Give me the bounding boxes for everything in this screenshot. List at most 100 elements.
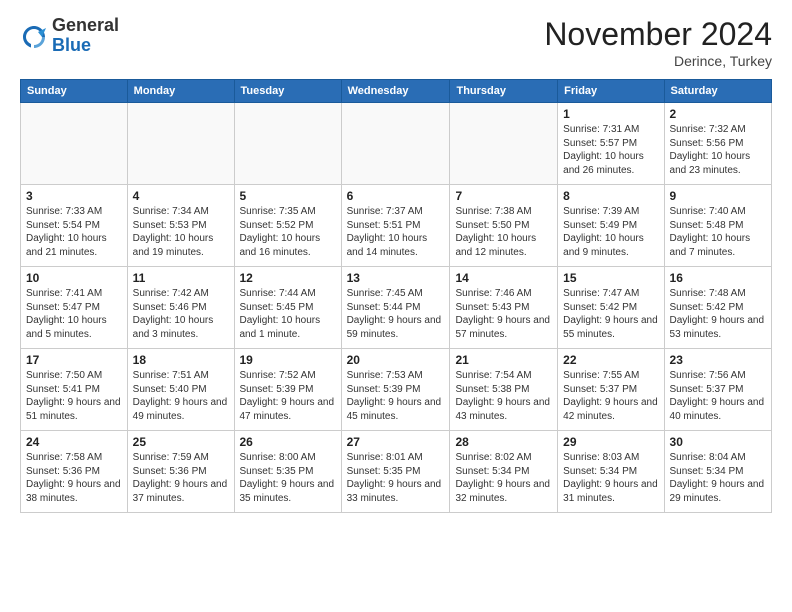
day-number: 5 [240,189,336,203]
day-number: 28 [455,435,552,449]
day-info: Sunrise: 7:45 AM Sunset: 5:44 PM Dayligh… [347,287,445,341]
day-number: 30 [670,435,766,449]
day-info: Sunrise: 8:03 AM Sunset: 5:34 PM Dayligh… [563,451,658,505]
day-number: 7 [455,189,552,203]
day-number: 11 [133,271,229,285]
calendar-cell: 27 Sunrise: 8:01 AM Sunset: 5:35 PM Dayli… [341,431,450,513]
col-tuesday: Tuesday [234,80,341,103]
calendar-cell: 17 Sunrise: 7:50 AM Sunset: 5:41 PM Dayli… [21,349,128,431]
day-info: Sunrise: 7:48 AM Sunset: 5:42 PM Dayligh… [670,287,766,341]
calendar-cell: 30Sunrise: 8:04 AM Sunset: 5:34 PM Dayli… [664,431,771,513]
calendar-cell: 14 Sunrise: 7:46 AM Sunset: 5:43 PM Dayli… [450,267,558,349]
col-friday: Friday [558,80,664,103]
day-number: 8 [563,189,658,203]
calendar-cell: 16 Sunrise: 7:48 AM Sunset: 5:42 PM Dayli… [664,267,771,349]
calendar-cell: 24Sunrise: 7:58 AM Sunset: 5:36 PM Dayli… [21,431,128,513]
col-monday: Monday [127,80,234,103]
day-number: 13 [347,271,445,285]
day-info: Sunrise: 7:38 AM Sunset: 5:50 PM Dayligh… [455,205,552,259]
day-number: 12 [240,271,336,285]
day-number: 21 [455,353,552,367]
day-number: 2 [670,107,766,121]
calendar-cell: 3 Sunrise: 7:33 AM Sunset: 5:54 PM Daylig… [21,185,128,267]
calendar-cell: 15Sunrise: 7:47 AM Sunset: 5:42 PM Dayli… [558,267,664,349]
day-info: Sunrise: 7:40 AM Sunset: 5:48 PM Dayligh… [670,205,766,259]
day-info: Sunrise: 7:41 AM Sunset: 5:47 PM Dayligh… [26,287,122,341]
day-info: Sunrise: 7:35 AM Sunset: 5:52 PM Dayligh… [240,205,336,259]
day-info: Sunrise: 8:01 AM Sunset: 5:35 PM Dayligh… [347,451,445,505]
day-info: Sunrise: 7:59 AM Sunset: 5:36 PM Dayligh… [133,451,229,505]
day-number: 1 [563,107,658,121]
calendar-cell: 12 Sunrise: 7:44 AM Sunset: 5:45 PM Dayli… [234,267,341,349]
calendar-cell: 8 Sunrise: 7:39 AM Sunset: 5:49 PM Daylig… [558,185,664,267]
logo: General Blue [20,16,119,56]
month-title: November 2024 [544,16,772,53]
calendar-cell: 4 Sunrise: 7:34 AM Sunset: 5:53 PM Daylig… [127,185,234,267]
day-info: Sunrise: 7:33 AM Sunset: 5:54 PM Dayligh… [26,205,122,259]
day-number: 22 [563,353,658,367]
day-number: 24 [26,435,122,449]
day-number: 19 [240,353,336,367]
day-number: 18 [133,353,229,367]
calendar-cell: 25 Sunrise: 7:59 AM Sunset: 5:36 PM Dayli… [127,431,234,513]
col-saturday: Saturday [664,80,771,103]
calendar-cell: 28 Sunrise: 8:02 AM Sunset: 5:34 PM Dayli… [450,431,558,513]
day-number: 10 [26,271,122,285]
calendar-cell [341,103,450,185]
day-info: Sunrise: 7:44 AM Sunset: 5:45 PM Dayligh… [240,287,336,341]
calendar-cell: 21 Sunrise: 7:54 AM Sunset: 5:38 PM Dayli… [450,349,558,431]
day-info: Sunrise: 7:52 AM Sunset: 5:39 PM Dayligh… [240,369,336,423]
day-info: Sunrise: 7:56 AM Sunset: 5:37 PM Dayligh… [670,369,766,423]
day-info: Sunrise: 7:31 AM Sunset: 5:57 PM Dayligh… [563,123,658,177]
day-number: 25 [133,435,229,449]
calendar-cell: 7 Sunrise: 7:38 AM Sunset: 5:50 PM Daylig… [450,185,558,267]
day-number: 6 [347,189,445,203]
calendar: Sunday Monday Tuesday Wednesday Thursday… [20,79,772,513]
calendar-cell: 19 Sunrise: 7:52 AM Sunset: 5:39 PM Dayli… [234,349,341,431]
day-info: Sunrise: 8:00 AM Sunset: 5:35 PM Dayligh… [240,451,336,505]
calendar-cell: 5 Sunrise: 7:35 AM Sunset: 5:52 PM Daylig… [234,185,341,267]
day-number: 26 [240,435,336,449]
day-info: Sunrise: 8:02 AM Sunset: 5:34 PM Dayligh… [455,451,552,505]
day-number: 29 [563,435,658,449]
header: General Blue November 2024 Derince, Turk… [20,16,772,69]
day-info: Sunrise: 7:39 AM Sunset: 5:49 PM Dayligh… [563,205,658,259]
calendar-cell: 10 Sunrise: 7:41 AM Sunset: 5:47 PM Dayli… [21,267,128,349]
day-number: 27 [347,435,445,449]
col-thursday: Thursday [450,80,558,103]
day-info: Sunrise: 7:54 AM Sunset: 5:38 PM Dayligh… [455,369,552,423]
calendar-cell: 22 Sunrise: 7:55 AM Sunset: 5:37 PM Dayli… [558,349,664,431]
title-block: November 2024 Derince, Turkey [544,16,772,69]
col-sunday: Sunday [21,80,128,103]
week-row-2: 3 Sunrise: 7:33 AM Sunset: 5:54 PM Daylig… [21,185,772,267]
day-number: 14 [455,271,552,285]
calendar-cell [450,103,558,185]
day-info: Sunrise: 7:32 AM Sunset: 5:56 PM Dayligh… [670,123,766,177]
day-info: Sunrise: 7:42 AM Sunset: 5:46 PM Dayligh… [133,287,229,341]
day-number: 20 [347,353,445,367]
location: Derince, Turkey [544,53,772,69]
day-info: Sunrise: 7:47 AM Sunset: 5:42 PM Dayligh… [563,287,658,341]
day-number: 4 [133,189,229,203]
calendar-header-row: Sunday Monday Tuesday Wednesday Thursday… [21,80,772,103]
day-number: 17 [26,353,122,367]
day-number: 16 [670,271,766,285]
day-info: Sunrise: 7:37 AM Sunset: 5:51 PM Dayligh… [347,205,445,259]
day-number: 23 [670,353,766,367]
calendar-cell: 20Sunrise: 7:53 AM Sunset: 5:39 PM Dayli… [341,349,450,431]
day-number: 3 [26,189,122,203]
week-row-4: 17 Sunrise: 7:50 AM Sunset: 5:41 PM Dayli… [21,349,772,431]
calendar-cell: 29 Sunrise: 8:03 AM Sunset: 5:34 PM Dayli… [558,431,664,513]
day-info: Sunrise: 7:51 AM Sunset: 5:40 PM Dayligh… [133,369,229,423]
day-info: Sunrise: 7:55 AM Sunset: 5:37 PM Dayligh… [563,369,658,423]
calendar-cell: 6 Sunrise: 7:37 AM Sunset: 5:51 PM Daylig… [341,185,450,267]
calendar-cell: 2 Sunrise: 7:32 AM Sunset: 5:56 PM Daylig… [664,103,771,185]
day-info: Sunrise: 7:34 AM Sunset: 5:53 PM Dayligh… [133,205,229,259]
logo-text: General Blue [52,16,119,56]
day-info: Sunrise: 7:46 AM Sunset: 5:43 PM Dayligh… [455,287,552,341]
calendar-cell: 9Sunrise: 7:40 AM Sunset: 5:48 PM Daylig… [664,185,771,267]
calendar-cell: 26 Sunrise: 8:00 AM Sunset: 5:35 PM Dayli… [234,431,341,513]
week-row-1: 1 Sunrise: 7:31 AM Sunset: 5:57 PM Daylig… [21,103,772,185]
calendar-cell [127,103,234,185]
day-info: Sunrise: 7:50 AM Sunset: 5:41 PM Dayligh… [26,369,122,423]
